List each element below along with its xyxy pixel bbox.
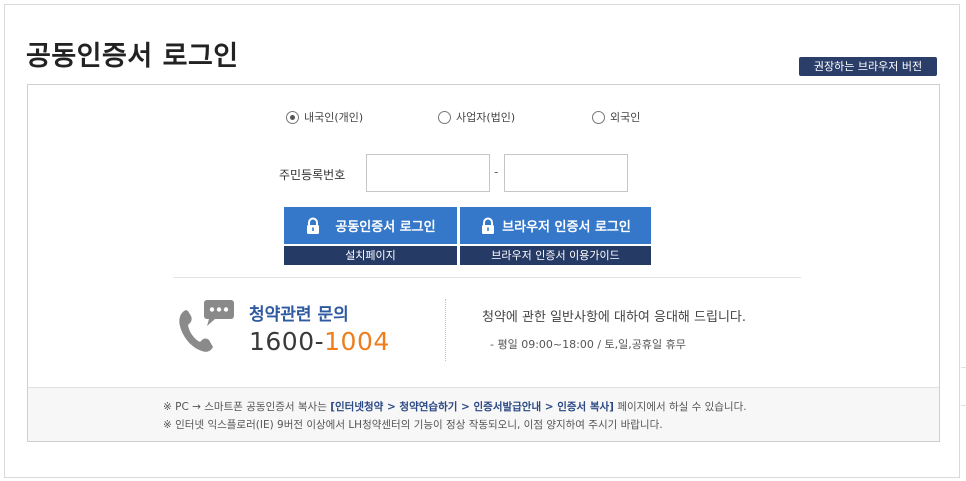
resident-number-separator: -: [494, 165, 499, 179]
resident-number-label: 주민등록번호: [279, 168, 346, 182]
section-divider: [173, 277, 801, 278]
radio-label: 외국인: [610, 111, 641, 124]
cert-login-button[interactable]: 공동인증서 로그인: [284, 207, 457, 244]
inquiry-description: 청약에 관한 일반사항에 대하여 응대해 드립니다.: [482, 310, 746, 325]
phone-number-suffix: 1004: [324, 327, 390, 356]
page-title: 공동인증서 로그인: [26, 41, 239, 72]
notice-path-link[interactable]: [인터넷청약 > 청약연습하기 > 인증서발급안내 > 인증서 복사]: [330, 401, 614, 413]
notice-ie-support: ※ 인터넷 익스플로러(IE) 9버전 이상에서 LH청약센터의 기능이 정상 …: [163, 419, 663, 431]
notice-copy-cert: ※ PC → 스마트폰 공동인증서 복사는 [인터넷청약 > 청약연습하기 > …: [163, 399, 747, 414]
radio-button-icon[interactable]: [438, 110, 451, 124]
edge-divider: [961, 405, 966, 406]
inquiry-separator-line: [445, 299, 446, 361]
radio-label: 내국인(개인): [304, 111, 364, 124]
browser-cert-login-button[interactable]: 브라우저 인증서 로그인: [460, 207, 651, 244]
radio-foreigner[interactable]: 외국인: [592, 108, 640, 126]
phone-chat-icon: [176, 298, 238, 354]
recommended-browser-button[interactable]: 권장하는 브라우저 버전: [799, 57, 937, 76]
radio-business-corporate[interactable]: 사업자(법인): [438, 108, 515, 126]
install-page-button[interactable]: 설치페이지: [284, 246, 457, 265]
browser-cert-guide-button[interactable]: 브라우저 인증서 이용가이드: [460, 246, 651, 265]
inquiry-title: 청약관련 문의: [249, 305, 349, 325]
lock-icon: [305, 217, 321, 235]
radio-domestic-individual[interactable]: 내국인(개인): [286, 108, 363, 126]
browser-cert-login-label: 브라우저 인증서 로그인: [502, 220, 631, 235]
notice-text: 페이지에서 하실 수 있습니다.: [613, 401, 747, 413]
user-type-radio-group: 내국인(개인) 사업자(법인) 외국인: [0, 108, 966, 126]
radio-button-icon[interactable]: [286, 110, 299, 124]
inquiry-hours: - 평일 09:00~18:00 / 토,일,공휴일 휴무: [490, 338, 686, 351]
notice-box: ※ PC → 스마트폰 공동인증서 복사는 [인터넷청약 > 청약연습하기 > …: [28, 387, 939, 441]
notice-text: ※ PC → 스마트폰 공동인증서 복사는: [163, 401, 331, 413]
radio-label: 사업자(법인): [456, 111, 516, 124]
edge-divider: [961, 367, 966, 368]
resident-number-back-input[interactable]: [504, 154, 628, 192]
cert-login-label: 공동인증서 로그인: [335, 220, 436, 235]
radio-button-icon[interactable]: [592, 110, 605, 124]
resident-number-front-input[interactable]: [366, 154, 490, 192]
inquiry-phone-number: 1600-1004: [249, 327, 390, 356]
phone-number-prefix: 1600-: [249, 327, 325, 356]
lock-icon: [480, 217, 496, 235]
